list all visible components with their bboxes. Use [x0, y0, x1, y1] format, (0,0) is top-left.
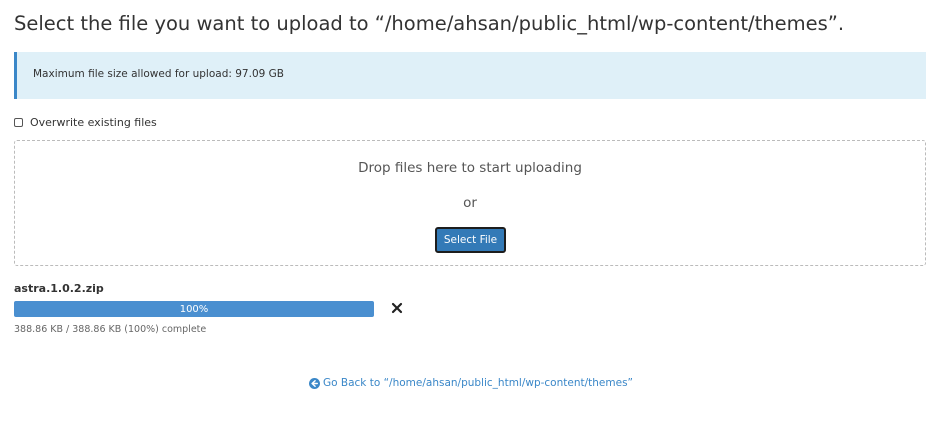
or-text: or: [463, 195, 477, 211]
go-back-text[interactable]: Go Back to “/home/ahsan/public_html/wp-c…: [323, 377, 633, 389]
max-file-size-notice: Maximum file size allowed for upload: 97…: [14, 52, 926, 99]
page-title: Select the file you want to upload to “/…: [14, 12, 845, 35]
overwrite-checkbox[interactable]: [14, 117, 23, 127]
select-file-button[interactable]: Select File: [435, 227, 506, 253]
upload-status-text: 388.86 KB / 388.86 KB (100%) complete: [14, 324, 207, 335]
file-dropzone[interactable]: Drop files here to start uploading or Se…: [14, 140, 926, 266]
overwrite-label: Overwrite existing files: [30, 115, 157, 129]
overwrite-option[interactable]: Overwrite existing files: [14, 114, 157, 130]
arrow-circle-left-icon: [309, 377, 320, 389]
upload-progress-fill: 100%: [14, 301, 374, 317]
go-back-link[interactable]: Go Back to “/home/ahsan/public_html/wp-c…: [309, 377, 633, 389]
close-icon[interactable]: [390, 301, 404, 315]
drop-files-text: Drop files here to start uploading: [358, 160, 582, 176]
upload-progress-label: 100%: [179, 303, 209, 315]
uploaded-file-name: astra.1.0.2.zip: [14, 282, 104, 295]
upload-progress-bar: 100%: [14, 301, 374, 317]
max-file-size-text: Maximum file size allowed for upload: 97…: [33, 68, 284, 80]
